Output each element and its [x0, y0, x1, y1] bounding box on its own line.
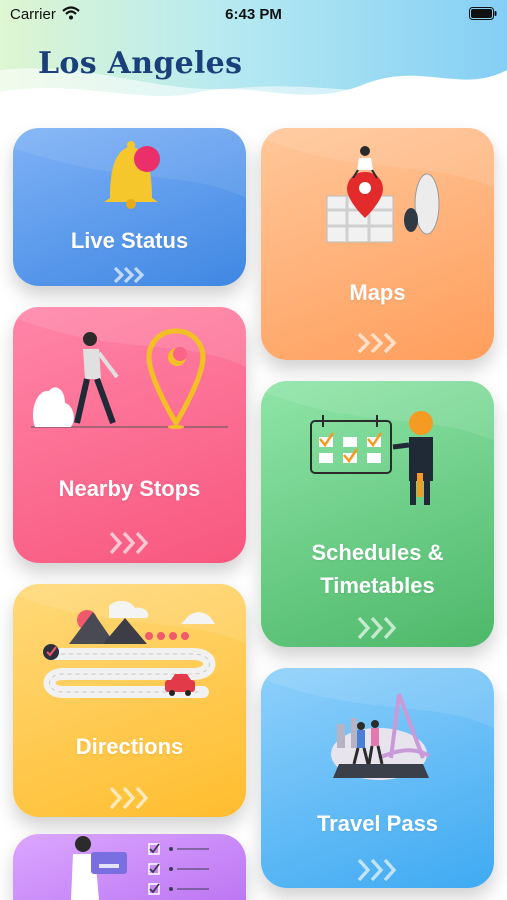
directions-label: Directions	[75, 734, 184, 759]
travellers-bridge-illustration	[261, 668, 494, 780]
schedules-label-line2: Timetables	[320, 573, 435, 598]
bell-notification-icon	[13, 128, 246, 209]
chevrons-right-icon	[357, 858, 396, 882]
chevrons-right-icon	[109, 786, 148, 810]
travel-pass-card[interactable]: Travel Pass	[261, 668, 494, 888]
card-checklist-illustration	[71, 836, 209, 900]
clock: 6:43 PM	[225, 6, 282, 23]
maps-card[interactable]: Maps	[261, 128, 494, 360]
calendar-checklist-illustration	[261, 381, 494, 505]
chevrons-right-icon	[109, 531, 148, 555]
chevrons-right-icon	[357, 616, 396, 640]
schedules-timetables-card[interactable]: Schedules & Timetables	[261, 381, 494, 647]
chevrons-right-icon	[357, 332, 396, 354]
chevrons-right-icon	[113, 266, 144, 284]
directions-card[interactable]: Directions	[13, 584, 246, 817]
walking-person-pin-illustration	[13, 307, 246, 429]
maps-label: Maps	[349, 280, 406, 305]
nearby-stops-label: Nearby Stops	[58, 476, 201, 501]
nearby-stops-card[interactable]: Nearby Stops	[13, 307, 246, 563]
schedules-label-line1: Schedules &	[311, 540, 444, 565]
road-car-illustration	[13, 584, 246, 698]
battery-icon	[469, 7, 497, 25]
page-title: Los Angeles	[38, 46, 243, 81]
payment-card[interactable]	[13, 834, 246, 900]
status-bar: Carrier 6:43 PM	[0, 0, 507, 30]
live-status-label: Live Status	[70, 228, 189, 253]
travel-pass-label: Travel Pass	[316, 811, 439, 836]
map-pin-illustration	[261, 128, 494, 243]
live-status-card[interactable]: Live Status	[13, 128, 246, 286]
